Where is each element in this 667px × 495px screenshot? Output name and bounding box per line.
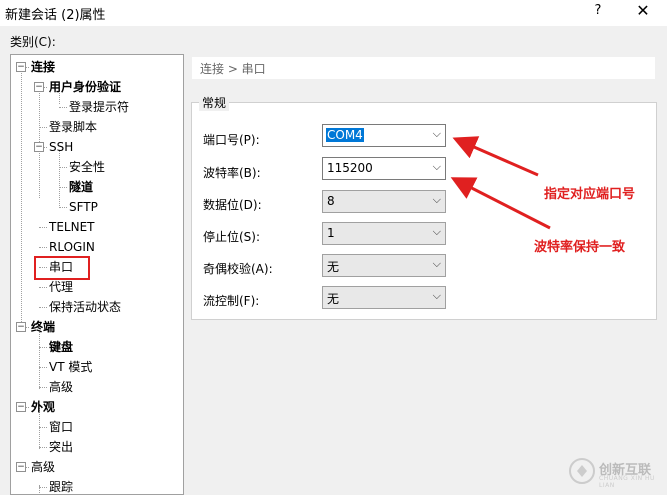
stopbits-label: 停止位(S): (203, 230, 261, 244)
tree-item[interactable]: SSH (49, 138, 73, 156)
tree-connector (59, 150, 60, 208)
tree-expander-icon[interactable]: − (16, 462, 26, 472)
title-bar: 新建会话 (2)属性 ? ✕ (0, 0, 667, 26)
group-title: 常规 (199, 94, 230, 111)
chevron-down-icon: ⌵ (432, 127, 441, 140)
chevron-down-icon: ⌵ (432, 225, 441, 238)
stopbits-value: 1 (327, 226, 335, 240)
tree-item[interactable]: 高级 (49, 378, 73, 396)
tree-item[interactable]: 突出 (49, 438, 73, 456)
databits-value: 8 (327, 194, 335, 208)
port-annotation: 指定对应端口号 (544, 187, 636, 202)
tree-connector (39, 427, 47, 428)
parity-combo[interactable]: 无 ⌵ (322, 254, 446, 277)
category-label: 类别(C): (10, 35, 56, 49)
tree-item[interactable]: SFTP (69, 198, 98, 216)
flowcontrol-combo[interactable]: 无 ⌵ (322, 286, 446, 309)
tree-connector (59, 167, 67, 168)
tree-connector (39, 387, 47, 388)
flowcontrol-label: 流控制(F): (203, 294, 260, 308)
tree-item[interactable]: 终端 (31, 318, 55, 336)
tree-item[interactable]: 登录脚本 (49, 118, 97, 136)
baud-annotation: 波特率保持一致 (534, 240, 626, 255)
tree-connector (21, 68, 22, 328)
tree-item[interactable]: 登录提示符 (69, 98, 129, 116)
chevron-down-icon: ⌵ (432, 193, 441, 206)
selection-highlight (34, 256, 90, 280)
tree-item[interactable]: 保持活动状态 (49, 298, 121, 316)
parity-label: 奇偶校验(A): (203, 262, 273, 276)
chevron-down-icon: ⌵ (432, 257, 441, 270)
tree-connector (39, 247, 47, 248)
tree-expander-icon[interactable]: − (34, 82, 44, 92)
tree-connector (59, 187, 67, 188)
breadcrumb-bar: 连接 > 串口 (192, 57, 655, 79)
help-button[interactable]: ? (586, 3, 610, 23)
watermark-logo: 创新互联 CHUANG XIN HU LIAN (568, 453, 663, 489)
tree-item[interactable]: 键盘 (49, 338, 73, 356)
close-button[interactable]: ✕ (630, 1, 656, 23)
baud-label: 波特率(B): (203, 166, 261, 180)
tree-item[interactable]: 安全性 (69, 158, 105, 176)
stopbits-combo[interactable]: 1 ⌵ (322, 222, 446, 245)
tree-connector (39, 127, 47, 128)
tree-connector (39, 347, 47, 348)
tree-connector (39, 367, 47, 368)
baud-value: 115200 (327, 161, 373, 175)
window-title: 新建会话 (2)属性 (5, 8, 106, 23)
flowcontrol-value: 无 (327, 292, 340, 306)
tree-connector (59, 107, 67, 108)
tree-connector (39, 287, 47, 288)
tree-connector (39, 307, 47, 308)
port-label: 端口号(P): (203, 133, 260, 147)
tree-item[interactable]: 隧道 (69, 178, 93, 196)
tree-connector (39, 227, 47, 228)
baud-combo[interactable]: 115200 ⌵ (322, 157, 446, 180)
tree-item[interactable]: 连接 (31, 58, 55, 76)
breadcrumb: 连接 > 串口 (200, 62, 266, 76)
tree-connector (39, 487, 47, 488)
tree-expander-icon[interactable]: − (16, 402, 26, 412)
tree-item[interactable]: RLOGIN (49, 238, 95, 256)
databits-combo[interactable]: 8 ⌵ (322, 190, 446, 213)
tree-item[interactable]: 跟踪 (49, 478, 73, 494)
port-combo[interactable]: COM4 ⌵ (322, 124, 446, 147)
tree-connector (59, 207, 67, 208)
tree-item[interactable]: 外观 (31, 398, 55, 416)
tree-item[interactable]: 窗口 (49, 418, 73, 436)
tree-item[interactable]: 高级 (31, 458, 55, 476)
tree-expander-icon[interactable]: − (16, 62, 26, 72)
parity-value: 无 (327, 260, 340, 274)
tree-connector (39, 447, 47, 448)
tree-item[interactable]: VT 模式 (49, 358, 92, 376)
chevron-down-icon: ⌵ (432, 289, 441, 302)
logo-icon (569, 458, 595, 484)
port-value: COM4 (326, 128, 364, 142)
databits-label: 数据位(D): (203, 198, 262, 212)
tree-expander-icon[interactable]: − (16, 322, 26, 332)
category-tree[interactable]: − 连接 − 用户身份验证 登录提示符 登录脚本 − SSH 安全性 隧道 SFTP TELNET RL… (10, 54, 184, 495)
tree-item[interactable]: TELNET (49, 218, 95, 236)
tree-item[interactable]: 用户身份验证 (49, 78, 121, 96)
chevron-down-icon: ⌵ (432, 160, 441, 173)
tree-expander-icon[interactable]: − (34, 142, 44, 152)
watermark-subtext: CHUANG XIN HU LIAN (599, 475, 655, 489)
tree-item[interactable]: 代理 (49, 278, 73, 296)
